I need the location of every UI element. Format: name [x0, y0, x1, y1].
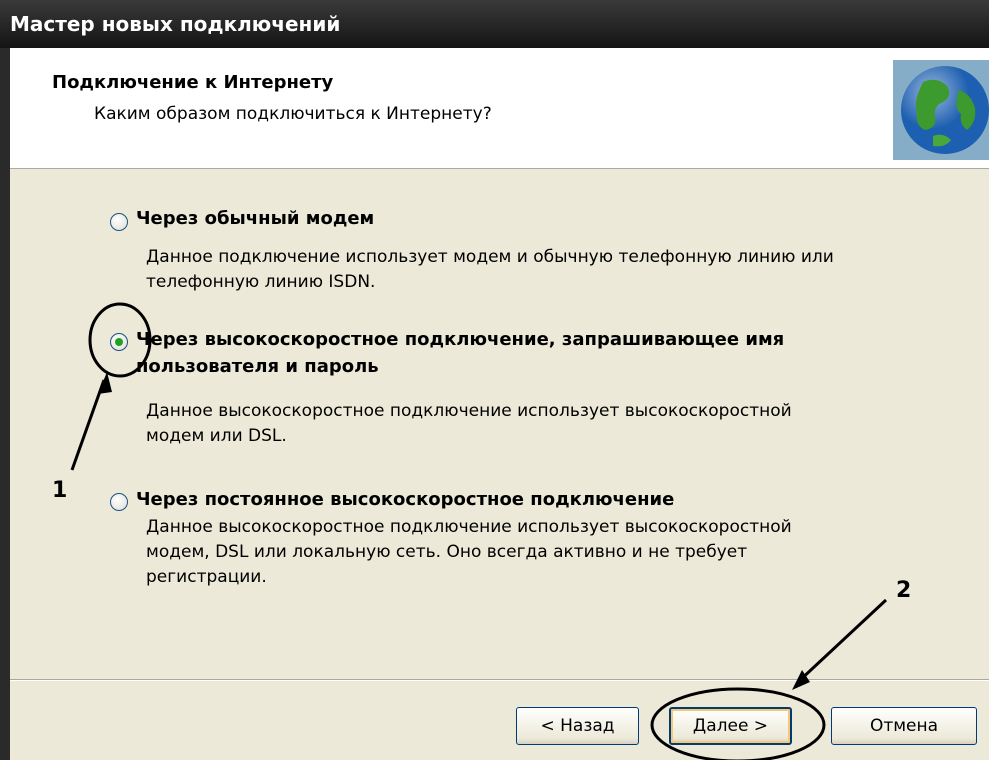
window-title: Мастер новых подключений: [10, 12, 341, 36]
description-line: модем или DSL.: [146, 426, 287, 446]
description-line: телефонную линию ISDN.: [146, 272, 376, 292]
annotation-label-1: 1: [52, 478, 68, 503]
page-title: Подключение к Интернету: [52, 72, 334, 93]
option-always-on-description: Данное высокоскоростное подключение испо…: [146, 515, 792, 590]
window-frame-left: [0, 48, 10, 760]
radio-broadband-login[interactable]: [110, 333, 128, 351]
options-panel: Через обычный модем Данное подключение и…: [10, 169, 989, 679]
globe-icon: [893, 60, 989, 160]
annotation-label-2: 2: [896, 578, 912, 603]
option-always-on-label[interactable]: Через постоянное высокоскоростное подклю…: [136, 486, 674, 513]
label-line: Через высокоскоростное подключение, запр…: [136, 329, 785, 350]
description-line: модем, DSL или локальную сеть. Оно всегд…: [146, 542, 748, 562]
title-bar: Мастер новых подключений: [0, 0, 989, 48]
button-separator: [10, 679, 989, 681]
back-button[interactable]: < Назад: [516, 707, 639, 745]
next-button[interactable]: Далее >: [669, 707, 792, 745]
radio-dialup[interactable]: [110, 213, 128, 231]
description-line: регистрации.: [146, 567, 267, 587]
cancel-button[interactable]: Отмена: [831, 707, 977, 745]
option-dialup-description: Данное подключение использует модем и об…: [146, 245, 834, 295]
page-subtitle: Каким образом подключиться к Интернету?: [94, 104, 492, 124]
option-dialup-label[interactable]: Через обычный модем: [136, 205, 374, 232]
description-line: Данное высокоскоростное подключение испо…: [146, 401, 792, 421]
wizard-header: Подключение к Интернету Каким образом по…: [10, 48, 989, 169]
option-broadband-login-description: Данное высокоскоростное подключение испо…: [146, 399, 792, 449]
radio-always-on[interactable]: [110, 493, 128, 511]
label-line: пользователя и пароль: [136, 356, 379, 377]
description-line: Данное подключение использует модем и об…: [146, 247, 834, 267]
description-line: Данное высокоскоростное подключение испо…: [146, 517, 792, 537]
option-broadband-login-label[interactable]: Через высокоскоростное подключение, запр…: [136, 326, 784, 380]
